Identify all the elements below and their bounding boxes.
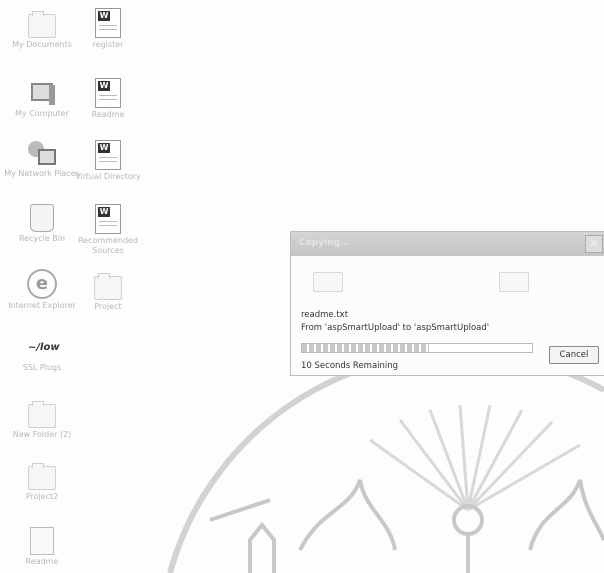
text-file-icon — [30, 527, 54, 555]
icon-label: Readme — [25, 557, 59, 566]
desktop-icon-project[interactable]: Project — [66, 270, 150, 312]
desktop-icon-readme-doc[interactable]: W Readme — [66, 76, 150, 120]
word-document-icon: W — [95, 204, 121, 234]
cancel-button[interactable]: Cancel — [549, 346, 599, 364]
word-document-icon: W — [95, 8, 121, 38]
icon-label: Readme — [91, 110, 125, 119]
word-document-icon: W — [95, 140, 121, 170]
desktop: My Documents My Computer My Network Plac… — [0, 0, 604, 573]
progress-fill — [302, 344, 429, 352]
dialog-title: Copying... — [299, 238, 351, 248]
computer-icon — [29, 81, 55, 107]
desktop-icon-project2[interactable]: Project2 — [0, 460, 84, 502]
desktop-icon-readme-text[interactable]: Readme — [0, 524, 84, 567]
icon-label: New Folder (2) — [12, 430, 72, 439]
folder-icon — [28, 463, 56, 490]
destination-folder-icon — [499, 272, 529, 292]
word-document-icon: W — [95, 78, 121, 108]
recycle-bin-icon — [30, 204, 54, 232]
progress-bar — [301, 343, 533, 353]
desktop-icon-new-folder-2[interactable]: New Folder (2) — [0, 398, 84, 440]
icon-label: Project — [94, 302, 122, 311]
icon-label: Recommended Sources — [77, 236, 139, 255]
dialog-titlebar[interactable]: Copying... ✕ — [291, 232, 604, 256]
folder-icon — [28, 11, 56, 38]
seal-watermark — [167, 360, 604, 573]
folder-icon — [28, 401, 56, 428]
icon-label: Virtual Directory — [75, 172, 141, 181]
desktop-icon-ssl-plugs[interactable]: ~/low SSL Plugs — [0, 332, 84, 373]
time-remaining: 10 Seconds Remaining — [301, 361, 399, 371]
icon-label: register — [92, 40, 124, 49]
desktop-icon-virtual-directory[interactable]: W Virtual Directory — [66, 138, 150, 182]
sketch-icon: ~/low — [28, 342, 60, 353]
file-name: readme.txt — [301, 310, 349, 320]
network-icon — [28, 141, 56, 167]
close-icon[interactable]: ✕ — [585, 235, 603, 253]
icon-label: Project2 — [25, 492, 59, 501]
icon-label: SSL Plugs — [22, 363, 62, 372]
copy-animation — [291, 258, 604, 302]
from-to-text: From 'aspSmartUpload' to 'aspSmartUpload… — [301, 323, 490, 333]
source-folder-icon — [313, 272, 343, 292]
desktop-icon-recommended-sources[interactable]: W Recommended Sources — [66, 202, 150, 256]
internet-explorer-icon: e — [27, 269, 57, 299]
desktop-icon-register[interactable]: W register — [66, 6, 150, 50]
folder-icon — [94, 273, 122, 300]
copy-dialog: Copying... ✕ readme.txt From 'aspSmartUp… — [290, 231, 604, 376]
